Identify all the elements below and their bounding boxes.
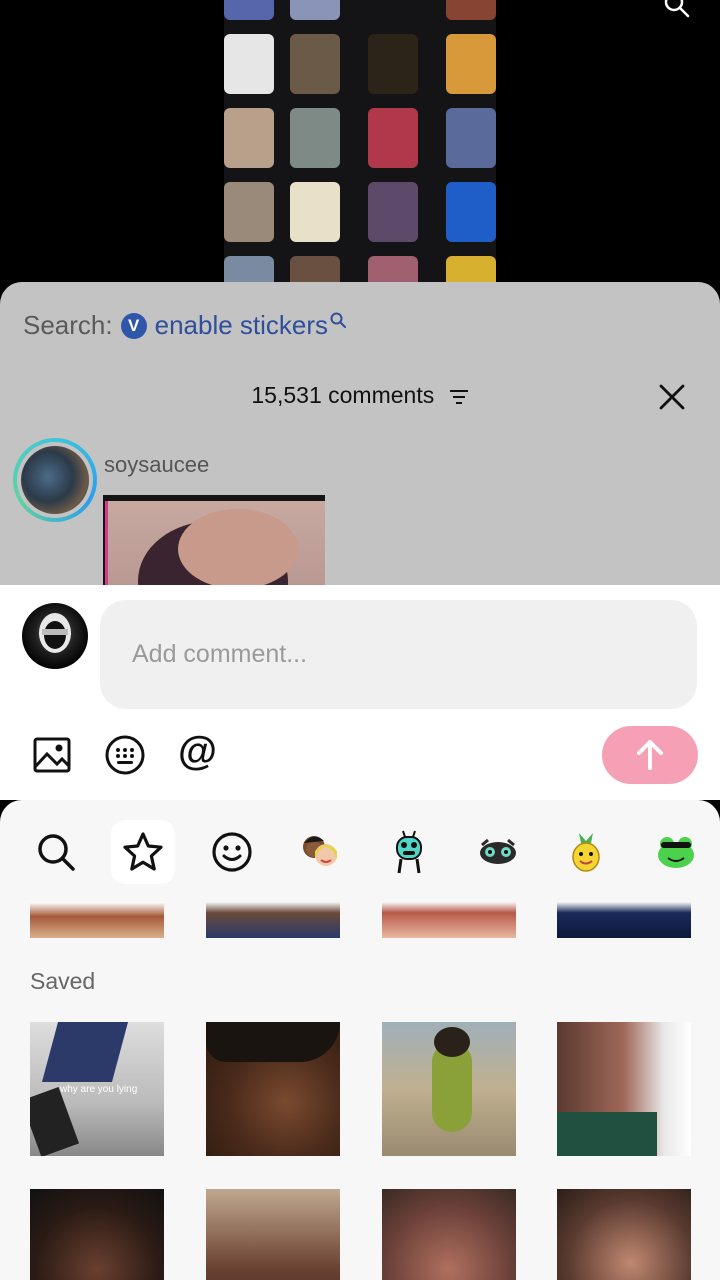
search-suggestion[interactable]: Search: V enable stickers bbox=[23, 310, 347, 341]
avatar-pair-icon bbox=[303, 836, 337, 866]
alien-sticker-icon bbox=[396, 830, 422, 874]
video-tile bbox=[290, 34, 340, 94]
pineapple-sticker-icon bbox=[572, 833, 600, 872]
saved-sticker[interactable] bbox=[557, 1022, 691, 1156]
video-tile bbox=[290, 182, 340, 242]
comment-field[interactable] bbox=[100, 600, 697, 709]
sticker-thumb[interactable] bbox=[382, 902, 516, 938]
avatar-art bbox=[39, 613, 71, 653]
sticker-thumb[interactable] bbox=[557, 902, 691, 938]
video-tile bbox=[446, 182, 496, 242]
close-icon[interactable] bbox=[658, 383, 686, 411]
eyes-sticker-icon bbox=[480, 838, 516, 864]
saved-sticker[interactable] bbox=[382, 1022, 516, 1156]
arrow-up-icon bbox=[637, 740, 663, 770]
saved-section-label: Saved bbox=[30, 968, 96, 994]
video-tile bbox=[446, 34, 496, 94]
comment-gif[interactable] bbox=[103, 495, 325, 585]
search-icon bbox=[330, 312, 347, 328]
video-tile bbox=[446, 0, 496, 20]
video-background bbox=[0, 0, 720, 300]
video-search-icon[interactable] bbox=[664, 0, 690, 18]
tab-pineapple-stickers[interactable] bbox=[554, 820, 618, 884]
search-icon bbox=[38, 834, 75, 871]
video-frame bbox=[224, 0, 496, 300]
saved-sticker[interactable] bbox=[206, 1022, 340, 1156]
saved-sticker[interactable] bbox=[557, 1189, 691, 1280]
search-keyword[interactable]: enable stickers bbox=[155, 310, 328, 341]
video-tile bbox=[224, 0, 274, 20]
video-tile bbox=[290, 108, 340, 168]
comment-username[interactable]: soysaucee bbox=[104, 452, 209, 478]
video-tile bbox=[368, 108, 418, 168]
saved-sticker[interactable]: why are you lying bbox=[30, 1022, 164, 1156]
tab-frog-stickers[interactable] bbox=[644, 820, 708, 884]
tab-emoji[interactable] bbox=[200, 820, 264, 884]
saved-sticker[interactable] bbox=[30, 1189, 164, 1280]
tab-alien-stickers[interactable] bbox=[377, 820, 441, 884]
commenter-avatar[interactable] bbox=[13, 438, 97, 522]
sticker-thumb[interactable] bbox=[206, 902, 340, 938]
at-icon[interactable]: @ bbox=[178, 729, 222, 773]
filter-icon[interactable] bbox=[449, 388, 469, 406]
send-button[interactable] bbox=[602, 726, 698, 784]
comments-header: 15,531 comments bbox=[0, 382, 720, 409]
sticker-panel: Saved why are you lying bbox=[0, 800, 720, 1280]
avatar bbox=[21, 446, 89, 514]
tab-favorites[interactable] bbox=[111, 820, 175, 884]
tab-eyes-stickers[interactable] bbox=[466, 820, 530, 884]
smiley-icon bbox=[212, 832, 252, 872]
my-avatar bbox=[22, 603, 88, 669]
star-icon bbox=[123, 832, 163, 871]
video-tile bbox=[224, 108, 274, 168]
frog-sticker-icon bbox=[658, 837, 694, 868]
video-tile bbox=[290, 0, 340, 20]
saved-sticker[interactable] bbox=[206, 1189, 340, 1280]
sticker-thumb[interactable] bbox=[30, 902, 164, 938]
comments-sheet: Search: V enable stickers 15,531 comment… bbox=[0, 282, 720, 602]
video-tile bbox=[224, 182, 274, 242]
video-tile bbox=[368, 34, 418, 94]
video-tile bbox=[446, 108, 496, 168]
tab-avatar-stickers[interactable] bbox=[288, 820, 352, 884]
video-tile bbox=[368, 182, 418, 242]
verified-search-badge: V bbox=[120, 312, 147, 339]
image-icon[interactable] bbox=[32, 735, 72, 775]
tab-search[interactable] bbox=[24, 820, 88, 884]
video-tile bbox=[224, 34, 274, 94]
comment-count: 15,531 comments bbox=[251, 382, 435, 408]
saved-sticker[interactable] bbox=[382, 1189, 516, 1280]
keyboard-icon[interactable] bbox=[105, 735, 145, 775]
search-prefix: Search: bbox=[23, 310, 113, 340]
saved-sticker-caption: why are you lying bbox=[60, 1084, 138, 1095]
